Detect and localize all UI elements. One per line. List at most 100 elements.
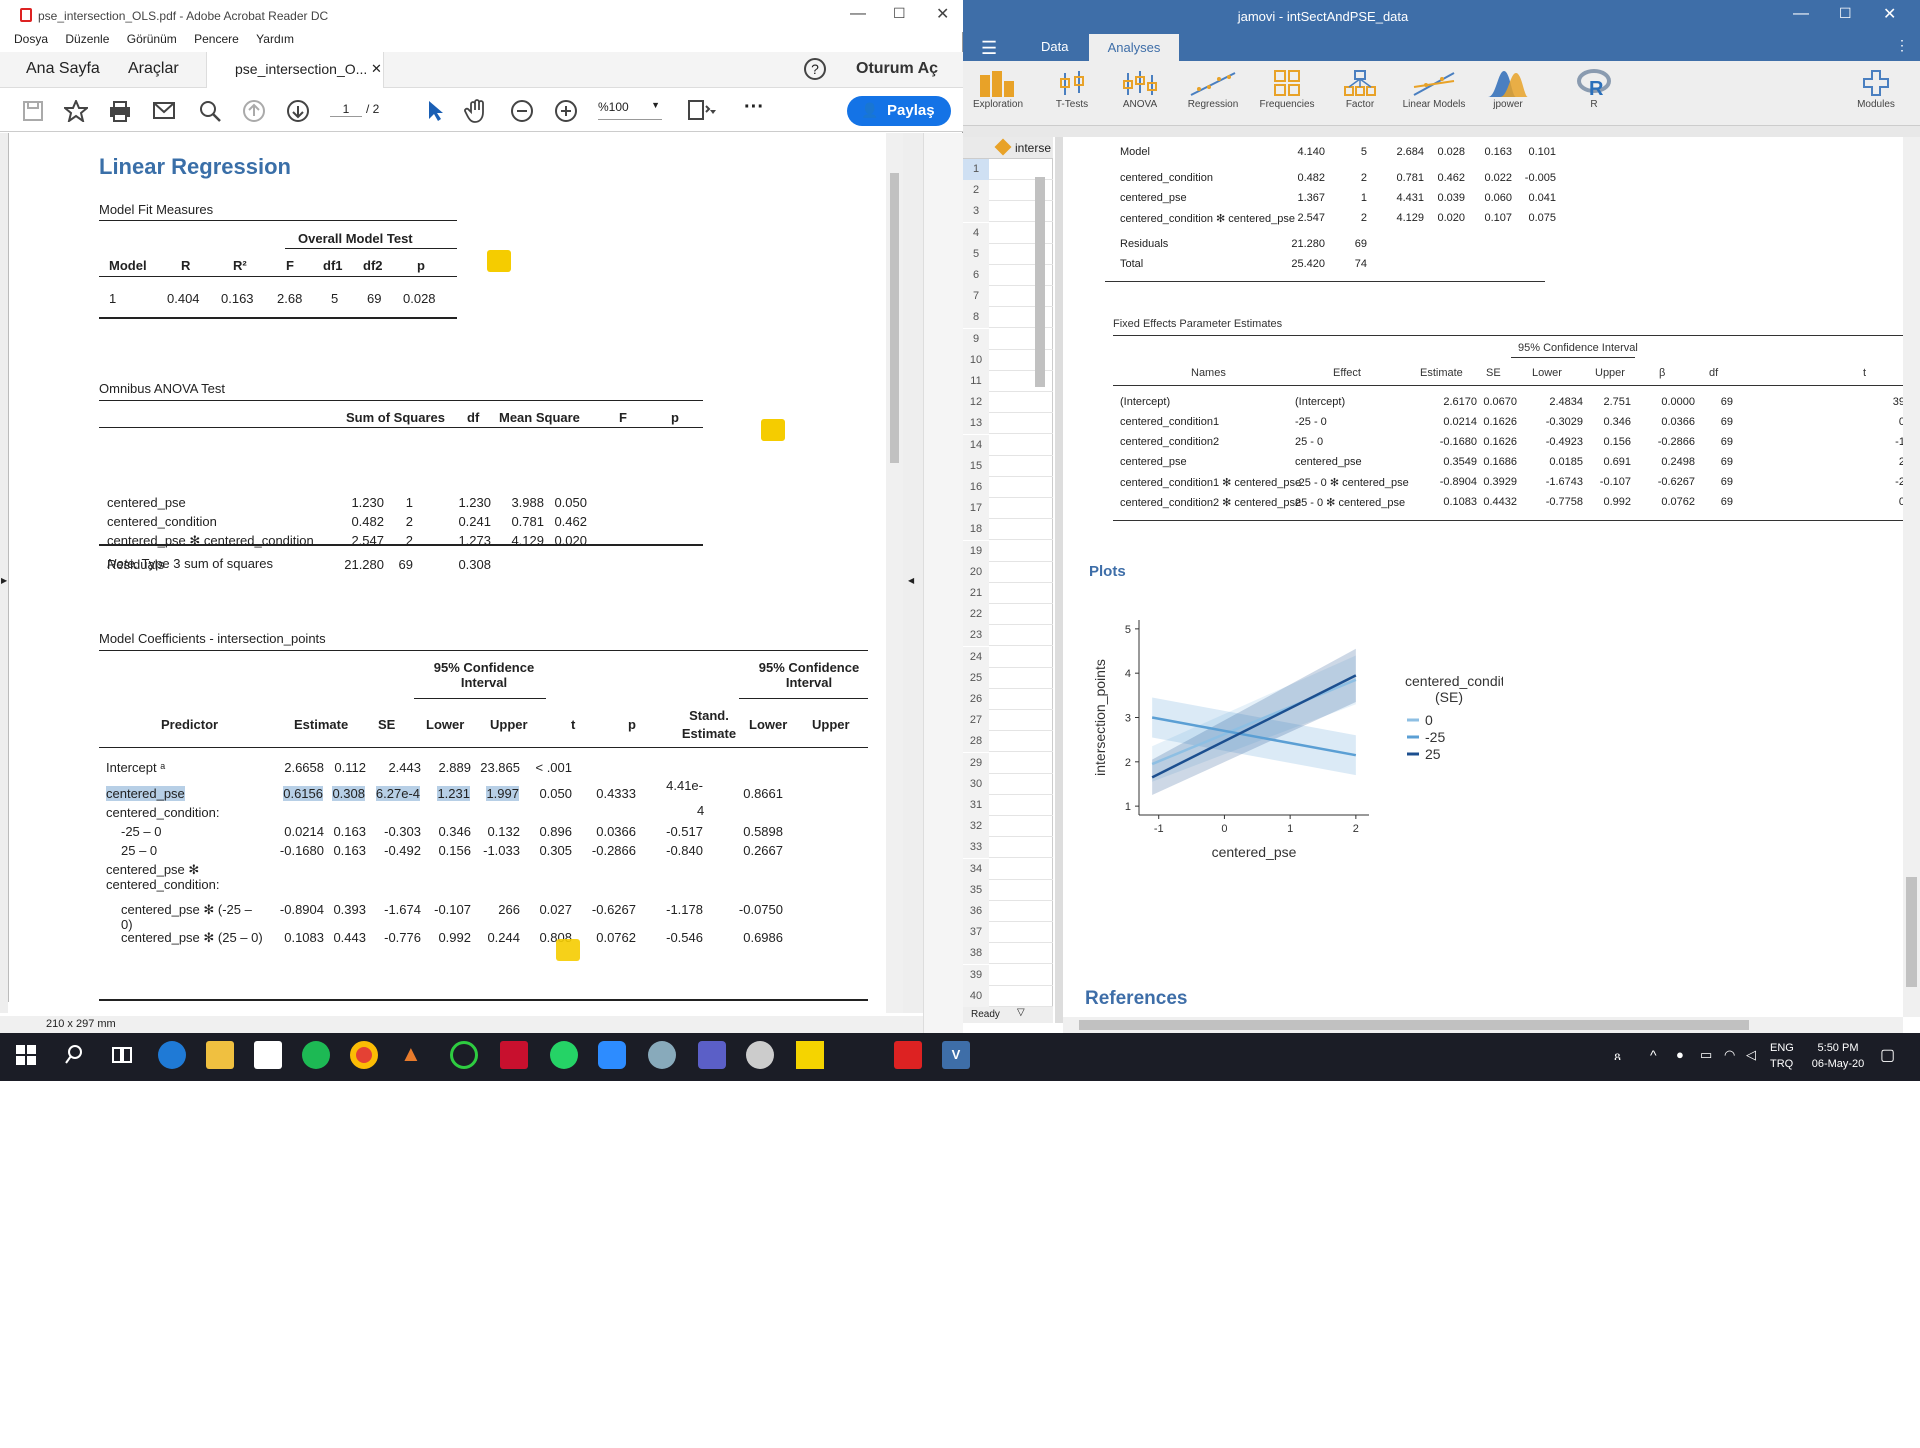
ribbon-frequencies[interactable]: Frequencies <box>1252 69 1322 110</box>
people-icon[interactable]: ጸ <box>1614 1049 1621 1064</box>
grid-row[interactable]: 13 <box>963 413 1053 435</box>
help-icon[interactable]: ? <box>804 58 826 80</box>
grid-row[interactable]: 38 <box>963 943 1053 965</box>
grid-row[interactable]: 29 <box>963 752 1053 774</box>
tab-home[interactable]: Ana Sayfa <box>26 60 100 78</box>
grid-row[interactable]: 39 <box>963 964 1053 986</box>
acrobat-taskbar-icon[interactable] <box>894 1041 922 1069</box>
teams-icon[interactable] <box>698 1041 726 1069</box>
grid-row[interactable]: 12 <box>963 392 1053 414</box>
select-cursor-icon[interactable] <box>426 99 444 123</box>
comment-icon[interactable] <box>487 250 511 272</box>
grid-row[interactable]: 16 <box>963 477 1053 498</box>
antivirus-icon[interactable]: ● <box>1676 1047 1684 1062</box>
wifi-icon[interactable]: ◠ <box>1724 1047 1735 1063</box>
menu-yardim[interactable]: Yardım <box>256 32 294 46</box>
vertical-scrollbar[interactable] <box>886 133 903 1013</box>
menu-dosya[interactable]: Dosya <box>14 32 48 46</box>
notifications-icon[interactable]: ▢ <box>1880 1045 1895 1065</box>
ribbon-exploration[interactable]: Exploration <box>963 69 1033 110</box>
close-icon[interactable]: ✕ <box>1883 4 1896 24</box>
jamovi-taskbar-icon[interactable]: V <box>942 1041 970 1069</box>
tab-tools[interactable]: Araçlar <box>128 60 179 78</box>
results-scrollbar[interactable] <box>1903 137 1920 1017</box>
grid-row[interactable]: 24 <box>963 646 1053 668</box>
grid-row[interactable]: 26 <box>963 689 1053 710</box>
hamburger-menu-icon[interactable]: ☰ <box>981 38 997 59</box>
column-header[interactable]: interse <box>1015 141 1051 155</box>
scrollbar-thumb[interactable] <box>1906 877 1917 987</box>
tab-close-icon[interactable]: ✕ <box>371 61 382 77</box>
maximize-icon[interactable]: ☐ <box>893 5 906 22</box>
menu-duzenle[interactable]: Düzenle <box>65 32 109 46</box>
grid-row[interactable]: 15 <box>963 455 1053 477</box>
file-explorer-icon[interactable] <box>206 1041 234 1069</box>
sync-icon[interactable] <box>450 1041 478 1069</box>
page-down-icon[interactable] <box>286 99 310 123</box>
scrollbar-thumb[interactable] <box>1035 177 1045 387</box>
more-vertical-icon[interactable]: ⋮ <box>1895 37 1909 54</box>
grid-row[interactable]: 37 <box>963 922 1053 944</box>
star-icon[interactable] <box>64 100 88 122</box>
whatsapp-icon[interactable] <box>550 1041 578 1069</box>
results-h-scrollbar[interactable] <box>1063 1017 1903 1033</box>
volume-icon[interactable]: ◁ <box>1746 1047 1756 1063</box>
ribbon-modules[interactable]: Modules <box>1841 69 1911 110</box>
spotify-icon[interactable] <box>302 1041 330 1069</box>
edge-icon[interactable] <box>158 1041 186 1069</box>
tab-data[interactable]: Data <box>1041 39 1068 54</box>
minimize-icon[interactable]: — <box>1793 5 1809 23</box>
zoom-in-icon[interactable] <box>554 99 578 123</box>
page-number-input[interactable]: 1 <box>330 102 362 117</box>
scrollbar-thumb[interactable] <box>1079 1020 1749 1030</box>
zoom-select[interactable]: %100 ▼ <box>598 100 662 120</box>
minimize-icon[interactable]: — <box>850 5 866 23</box>
pane-splitter[interactable] <box>1055 137 1063 1023</box>
ribbon-r[interactable]: RR <box>1559 69 1629 110</box>
grid-row[interactable]: 22 <box>963 604 1053 626</box>
grid-row[interactable]: 28 <box>963 731 1053 753</box>
comment-icon[interactable] <box>556 939 580 961</box>
grid-row[interactable]: 40 <box>963 985 1053 1007</box>
zoom-search-icon[interactable] <box>198 99 222 123</box>
grid-row[interactable]: 21 <box>963 583 1053 604</box>
tab-analyses[interactable]: Analyses <box>1089 34 1179 61</box>
clock[interactable]: 5:50 PM 06-May-20 <box>1806 1040 1870 1072</box>
chrome-icon[interactable] <box>350 1041 378 1069</box>
grid-row[interactable]: 17 <box>963 498 1053 520</box>
r-app-icon[interactable] <box>648 1041 676 1069</box>
menu-pencere[interactable]: Pencere <box>194 32 239 46</box>
comment-icon[interactable] <box>761 419 785 441</box>
ribbon-regression[interactable]: Regression <box>1178 69 1248 110</box>
grid-row[interactable]: 25 <box>963 667 1053 689</box>
battery-icon[interactable]: ▭ <box>1700 1047 1712 1063</box>
share-button[interactable]: 👤 Paylaş <box>847 96 951 126</box>
signin-link[interactable]: Oturum Aç <box>856 60 938 78</box>
zoom-app-icon[interactable] <box>598 1041 626 1069</box>
grid-row[interactable]: 36 <box>963 901 1053 922</box>
close-icon[interactable]: ✕ <box>936 4 949 24</box>
app-icon[interactable] <box>746 1041 774 1069</box>
filter-icon[interactable]: ▽ <box>1017 1007 1025 1018</box>
print-icon[interactable] <box>108 100 132 122</box>
ribbon-jpower[interactable]: jpower <box>1473 69 1543 110</box>
search-icon[interactable] <box>60 1041 88 1069</box>
hand-tool-icon[interactable] <box>464 98 490 124</box>
mail-icon[interactable] <box>152 101 176 121</box>
right-panel-toggle[interactable]: ◀ <box>903 133 923 1013</box>
sticky-notes-icon[interactable] <box>796 1041 824 1069</box>
ribbon-anova[interactable]: ANOVA <box>1105 69 1175 110</box>
ribbon-ttests[interactable]: T-Tests <box>1037 69 1107 110</box>
maximize-icon[interactable]: ☐ <box>1839 5 1852 22</box>
more-icon[interactable]: ··· <box>744 96 764 119</box>
tab-document[interactable]: pse_intersection_O... ✕ <box>206 52 384 88</box>
grid-row[interactable]: 19 <box>963 540 1053 562</box>
zoom-out-icon[interactable] <box>510 99 534 123</box>
grid-row[interactable]: 32 <box>963 816 1053 838</box>
grid-row[interactable]: 18 <box>963 519 1053 541</box>
save-icon[interactable] <box>22 100 44 122</box>
grid-row[interactable]: 31 <box>963 795 1053 816</box>
grid-row[interactable]: 30 <box>963 773 1053 795</box>
ribbon-factor[interactable]: Factor <box>1325 69 1395 110</box>
store-icon[interactable] <box>254 1041 282 1069</box>
